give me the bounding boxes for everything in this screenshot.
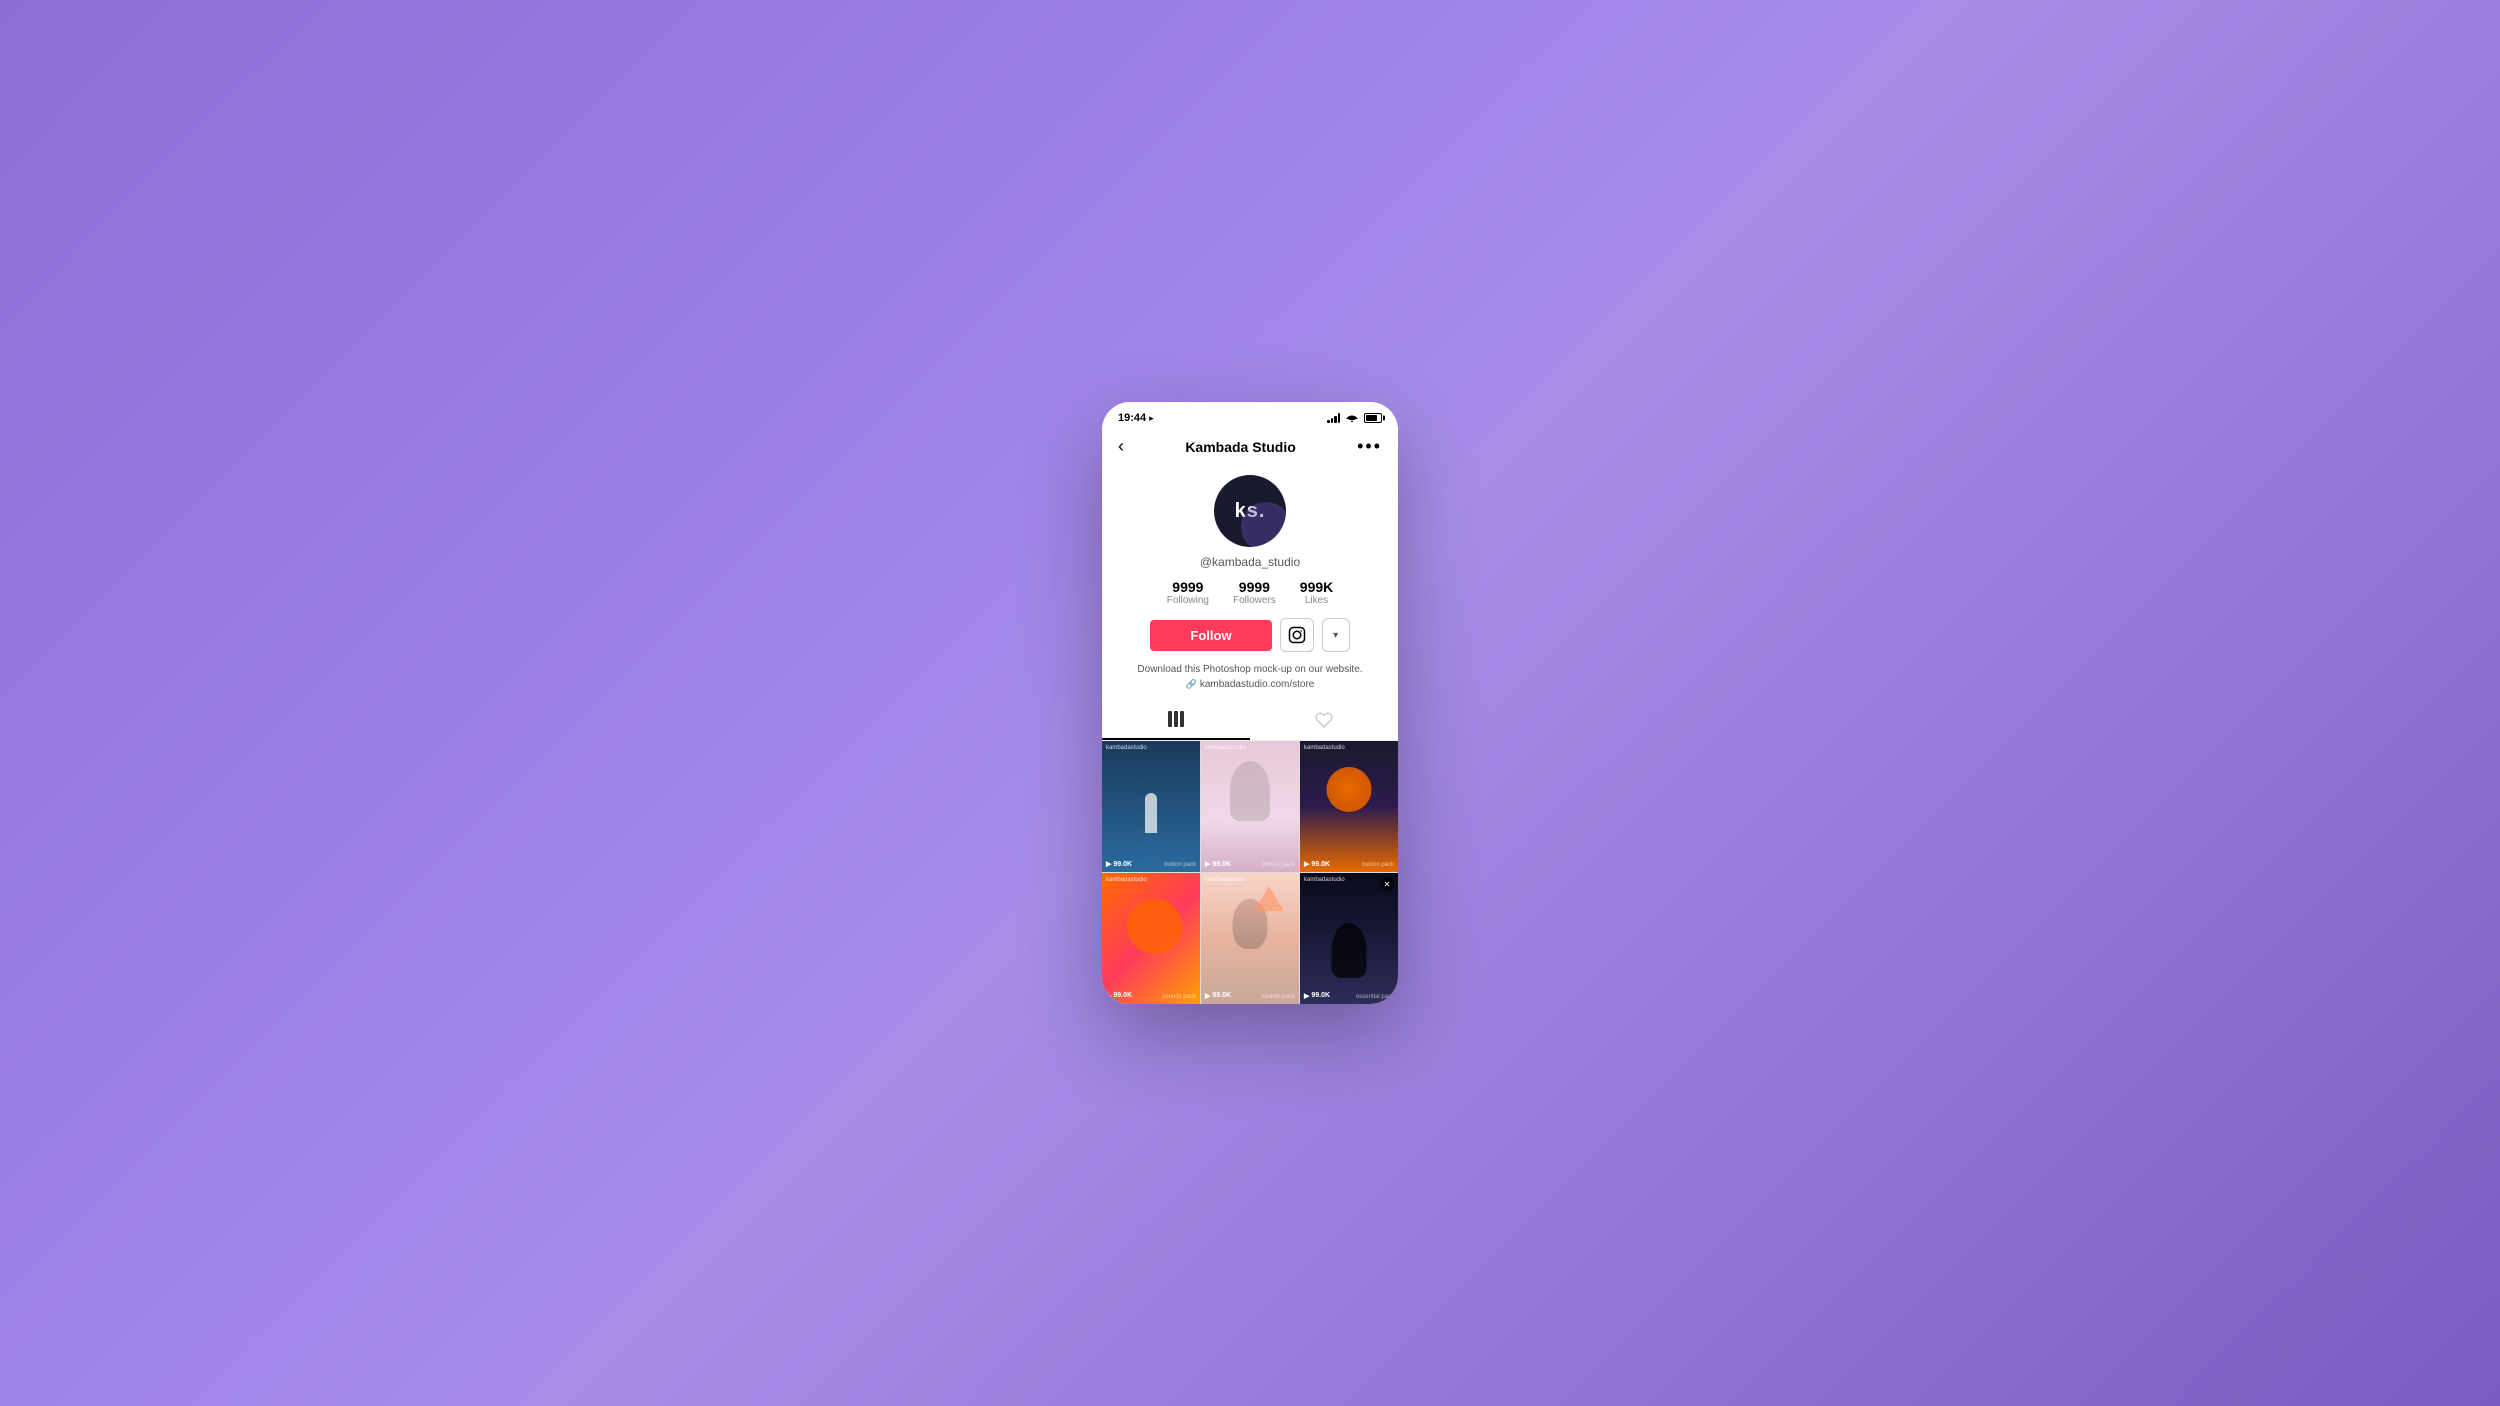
bio-link[interactable]: 🔗 kambadastudio.com/store bbox=[1137, 679, 1362, 690]
following-label: Following bbox=[1167, 595, 1209, 606]
video-footer-2: motion pack bbox=[1263, 862, 1295, 868]
action-row: Follow ▾ bbox=[1150, 618, 1349, 652]
view-count-3: 99.0K bbox=[1311, 861, 1330, 868]
video-label-6: kambadastudio bbox=[1304, 877, 1345, 883]
battery-icon bbox=[1364, 413, 1382, 423]
video-label-3: kambadastudio bbox=[1304, 745, 1345, 751]
video-thumb-5[interactable]: kambadastudio ▶ 99.0K sounds pack bbox=[1201, 873, 1299, 1004]
likes-label: Likes bbox=[1305, 595, 1328, 606]
play-icon-3: ▶ bbox=[1304, 860, 1309, 868]
profile-title: Kambada Studio bbox=[1185, 439, 1295, 455]
play-icon: ▶ bbox=[1106, 860, 1111, 868]
video-label-4: kambadastudio bbox=[1106, 877, 1147, 883]
video-thumb-3[interactable]: kambadastudio ▶ 99.0K motion pack bbox=[1300, 741, 1398, 872]
status-time: 19:44 bbox=[1118, 412, 1146, 424]
grid-icon bbox=[1167, 710, 1185, 728]
wifi-icon bbox=[1346, 413, 1358, 424]
video-stats-5: ▶ 99.0K bbox=[1205, 992, 1231, 1000]
video-label-1: kambadastudio bbox=[1106, 745, 1147, 751]
bio-link-text: kambadastudio.com/store bbox=[1200, 679, 1315, 690]
username: @kambada_studio bbox=[1200, 555, 1300, 569]
nav-bar: ‹ Kambada Studio ••• bbox=[1102, 430, 1398, 465]
video-stats-2: ▶ 99.0K bbox=[1205, 860, 1231, 868]
video-stats-6: ▶ 99.0K bbox=[1304, 992, 1330, 1000]
video-thumb-2[interactable]: kambadastudio ▶ 99.0K motion pack bbox=[1201, 741, 1299, 872]
tab-videos[interactable] bbox=[1102, 700, 1250, 740]
play-icon-5: ▶ bbox=[1205, 992, 1210, 1000]
video-footer-1: motion pack bbox=[1164, 862, 1196, 868]
video-thumb-1[interactable]: kambadastudio ▶ 99.0K motion pack bbox=[1102, 741, 1200, 872]
instagram-button[interactable] bbox=[1280, 618, 1314, 652]
status-bar: 19:44 ▸ bbox=[1102, 402, 1398, 430]
avatar-text: ks. bbox=[1235, 500, 1266, 523]
follow-button[interactable]: Follow bbox=[1150, 620, 1271, 651]
stat-followers: 9999 Followers bbox=[1233, 579, 1276, 606]
followers-label: Followers bbox=[1233, 595, 1276, 606]
heart-icon bbox=[1315, 711, 1333, 729]
back-button[interactable]: ‹ bbox=[1118, 436, 1124, 457]
video-thumb-6[interactable]: kambadastudio ✕ ▶ 99.0K essential pack bbox=[1300, 873, 1398, 1004]
chevron-down-icon: ▾ bbox=[1333, 630, 1338, 641]
likes-count: 999K bbox=[1300, 579, 1333, 595]
signal-icon bbox=[1327, 413, 1340, 423]
video-label-2: kambadastudio bbox=[1205, 745, 1246, 751]
video-footer-5: sounds pack bbox=[1261, 994, 1295, 1000]
video-footer-6: essential pack bbox=[1356, 994, 1394, 1000]
bio-text: Download this Photoshop mock-up on our w… bbox=[1137, 664, 1362, 675]
more-button[interactable]: ••• bbox=[1357, 436, 1382, 457]
link-icon: 🔗 bbox=[1186, 679, 1197, 690]
play-icon-6: ▶ bbox=[1304, 992, 1309, 1000]
view-count-4: 99.0K bbox=[1113, 992, 1132, 999]
stat-likes: 999K Likes bbox=[1300, 579, 1333, 606]
avatar: ks. bbox=[1214, 475, 1286, 547]
video-grid: kambadastudio ▶ 99.0K motion pack kambad… bbox=[1102, 741, 1398, 1003]
tab-liked[interactable] bbox=[1250, 700, 1398, 740]
view-count-5: 99.0K bbox=[1212, 992, 1231, 999]
followers-count: 9999 bbox=[1239, 579, 1270, 595]
view-count-6: 99.0K bbox=[1311, 992, 1330, 999]
video-footer-3: motion pack bbox=[1362, 862, 1394, 868]
video-stats-1: ▶ 99.0K bbox=[1106, 860, 1132, 868]
video-stats-4: ▶ 99.0K bbox=[1106, 992, 1132, 1000]
video-label-5: kambadastudio bbox=[1205, 877, 1246, 883]
play-icon-2: ▶ bbox=[1205, 860, 1210, 868]
dropdown-button[interactable]: ▾ bbox=[1322, 618, 1350, 652]
video-footer-4: sounds pack bbox=[1162, 994, 1196, 1000]
bio-section: Download this Photoshop mock-up on our w… bbox=[1127, 664, 1372, 698]
location-icon: ▸ bbox=[1149, 413, 1154, 424]
video-thumb-4[interactable]: kambadastudio ▶ 99.0K sounds pack bbox=[1102, 873, 1200, 1004]
instagram-icon bbox=[1288, 626, 1306, 644]
profile-section: ks. @kambada_studio 9999 Following 9999 … bbox=[1102, 465, 1398, 698]
stats-row: 9999 Following 9999 Followers 999K Likes bbox=[1167, 579, 1334, 606]
stat-following: 9999 Following bbox=[1167, 579, 1209, 606]
phone-frame: 19:44 ▸ ‹ Kambada Studio ••• ks. @kambad… bbox=[1102, 402, 1398, 1003]
view-count-1: 99.0K bbox=[1113, 861, 1132, 868]
video-stats-3: ▶ 99.0K bbox=[1304, 860, 1330, 868]
view-count-2: 99.0K bbox=[1212, 861, 1231, 868]
tab-bar bbox=[1102, 700, 1398, 741]
play-icon-4: ▶ bbox=[1106, 992, 1111, 1000]
status-icons bbox=[1327, 413, 1382, 424]
following-count: 9999 bbox=[1172, 579, 1203, 595]
close-badge: ✕ bbox=[1380, 877, 1394, 891]
